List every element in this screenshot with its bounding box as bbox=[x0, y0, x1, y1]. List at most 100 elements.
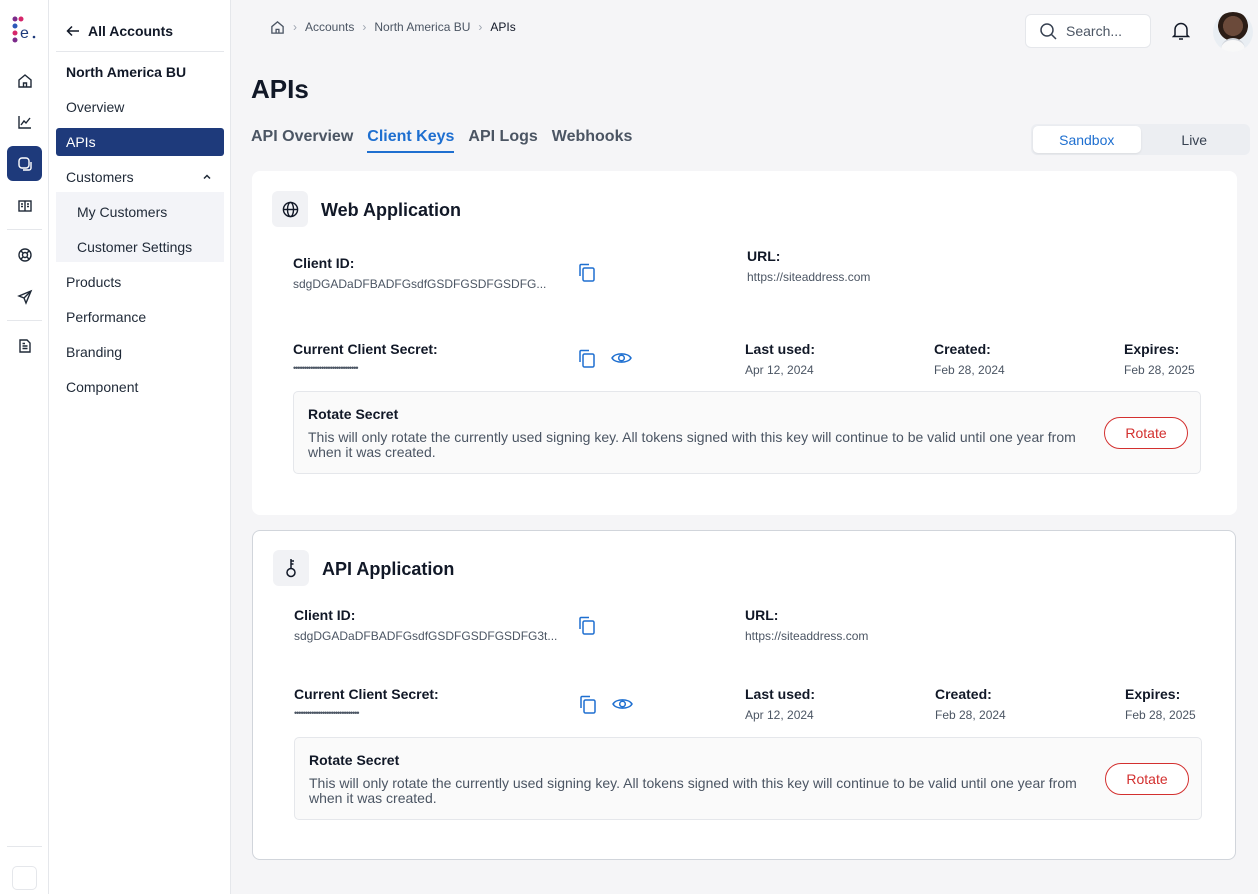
send-icon bbox=[16, 289, 32, 305]
nav-item-performance[interactable]: Performance bbox=[56, 303, 224, 331]
expires-value: Feb 28, 2025 bbox=[1125, 708, 1196, 722]
notification-bell-icon[interactable] bbox=[1172, 21, 1190, 41]
copy-icon[interactable] bbox=[579, 695, 597, 714]
search-placeholder: Search... bbox=[1066, 23, 1123, 39]
nav-item-apis[interactable]: APIs bbox=[56, 128, 224, 156]
created-label: Created: bbox=[934, 341, 991, 357]
expires-value: Feb 28, 2025 bbox=[1124, 363, 1195, 377]
user-avatar[interactable] bbox=[1213, 12, 1253, 52]
rotate-button[interactable]: Rotate bbox=[1105, 763, 1189, 795]
sandbox-toggle-button[interactable]: Sandbox bbox=[1033, 126, 1141, 153]
reports-rail-button[interactable] bbox=[7, 328, 42, 363]
breadcrumb-current: APIs bbox=[490, 20, 516, 34]
tab-client-keys[interactable]: Client Keys bbox=[367, 128, 455, 153]
url-label: URL: bbox=[747, 248, 781, 264]
chevron-up-icon bbox=[203, 174, 211, 180]
breadcrumb-accounts[interactable]: Accounts bbox=[305, 20, 354, 34]
client-secret-label: Current Client Secret: bbox=[294, 686, 439, 702]
nav-divider bbox=[56, 51, 224, 52]
rotate-secret-description: This will only rotate the currently used… bbox=[309, 775, 1077, 806]
nav-item-my-customers[interactable]: My Customers bbox=[56, 198, 224, 226]
side-navigation: All Accounts North America BU Overview A… bbox=[49, 0, 231, 894]
created-value: Feb 28, 2024 bbox=[935, 708, 1006, 722]
app-name: Web Application bbox=[321, 200, 462, 220]
collapse-rail-button[interactable] bbox=[12, 866, 37, 890]
rail-divider bbox=[7, 229, 42, 230]
url-label: URL: bbox=[745, 607, 779, 623]
last-used-label: Last used: bbox=[745, 686, 816, 702]
app-icon-badge bbox=[272, 191, 308, 227]
rail-divider bbox=[7, 846, 42, 847]
search-input[interactable]: Search... bbox=[1025, 14, 1151, 48]
docs-rail-button[interactable] bbox=[7, 188, 42, 223]
rotate-secret-panel: Rotate Secret This will only rotate the … bbox=[293, 391, 1201, 474]
lifebuoy-icon bbox=[17, 247, 32, 262]
created-value: Feb 28, 2024 bbox=[934, 363, 1005, 377]
eye-icon[interactable] bbox=[612, 697, 633, 711]
web-application-card: Web Application Client ID: sdgDGADaDFBAD… bbox=[252, 171, 1237, 515]
nav-item-branding[interactable]: Branding bbox=[56, 338, 224, 366]
tab-webhooks[interactable]: Webhooks bbox=[552, 128, 633, 153]
copy-icon[interactable] bbox=[578, 349, 596, 368]
app-icon-badge bbox=[273, 550, 309, 586]
rotate-button[interactable]: Rotate bbox=[1104, 417, 1188, 449]
home-icon[interactable] bbox=[270, 20, 285, 35]
analytics-rail-button[interactable] bbox=[7, 104, 42, 139]
key-icon bbox=[286, 559, 296, 578]
api-application-card: API Application Client ID: sdgDGADaDFBAD… bbox=[252, 530, 1236, 860]
search-icon bbox=[1040, 22, 1057, 40]
breadcrumb-separator-icon: › bbox=[478, 20, 483, 34]
customers-submenu: My Customers Customer Settings bbox=[56, 192, 224, 262]
arrow-left-icon bbox=[66, 25, 79, 37]
url-value: https://siteaddress.com bbox=[747, 270, 871, 284]
nav-item-customers[interactable]: Customers bbox=[56, 163, 224, 191]
copy-icon[interactable] bbox=[578, 616, 596, 635]
breadcrumb-separator-icon: › bbox=[293, 20, 297, 34]
nav-item-customer-settings[interactable]: Customer Settings bbox=[56, 233, 224, 261]
home-icon bbox=[17, 73, 32, 88]
send-rail-button[interactable] bbox=[7, 279, 42, 314]
rotate-secret-description: This will only rotate the currently used… bbox=[308, 429, 1076, 460]
client-secret-label: Current Client Secret: bbox=[293, 341, 438, 357]
nav-item-overview[interactable]: Overview bbox=[56, 93, 224, 121]
client-id-label: Client ID: bbox=[293, 255, 355, 271]
apis-rail-button[interactable] bbox=[7, 146, 42, 181]
app-logo-icon[interactable]: e bbox=[11, 16, 37, 46]
chart-line-icon bbox=[17, 115, 31, 129]
book-icon bbox=[17, 199, 32, 212]
nav-item-component[interactable]: Component bbox=[56, 373, 224, 401]
client-secret-mask: •••••••••••••••••••••••••••••• bbox=[294, 708, 360, 718]
last-used-value: Apr 12, 2024 bbox=[745, 363, 814, 377]
back-label: All Accounts bbox=[88, 23, 174, 39]
created-label: Created: bbox=[935, 686, 992, 702]
breadcrumb-business-unit[interactable]: North America BU bbox=[374, 20, 470, 34]
rotate-secret-title: Rotate Secret bbox=[308, 406, 399, 422]
last-used-value: Apr 12, 2024 bbox=[745, 708, 814, 722]
breadcrumb: › Accounts › North America BU › APIs bbox=[270, 18, 516, 36]
nav-item-products[interactable]: Products bbox=[56, 268, 224, 296]
last-used-label: Last used: bbox=[745, 341, 816, 357]
support-rail-button[interactable] bbox=[7, 237, 42, 272]
rotate-secret-panel: Rotate Secret This will only rotate the … bbox=[294, 737, 1202, 820]
rail-divider bbox=[7, 320, 42, 321]
eye-icon[interactable] bbox=[611, 351, 632, 365]
rotate-secret-title: Rotate Secret bbox=[309, 752, 400, 768]
client-secret-mask: •••••••••••••••••••••••••••••• bbox=[293, 363, 359, 373]
home-rail-button[interactable] bbox=[7, 63, 42, 98]
all-accounts-back-link[interactable]: All Accounts bbox=[66, 20, 173, 42]
client-id-value: sdgDGADaDFBADFGsdfGSDFGSDFGSDFG... bbox=[293, 277, 547, 291]
app-name: API Application bbox=[322, 559, 455, 579]
globe-icon bbox=[282, 201, 298, 217]
tab-api-overview[interactable]: API Overview bbox=[251, 128, 353, 153]
client-id-value: sdgDGADaDFBADFGsdfGSDFGSDFGSDFG3t... bbox=[294, 629, 558, 643]
breadcrumb-separator-icon: › bbox=[362, 20, 367, 34]
nav-item-customers-label: Customers bbox=[66, 169, 134, 185]
copy-icon[interactable] bbox=[578, 263, 596, 282]
live-toggle-button[interactable]: Live bbox=[1141, 126, 1249, 153]
expires-label: Expires: bbox=[1125, 686, 1181, 702]
api-tabs: API Overview Client Keys API Logs Webhoo… bbox=[251, 128, 632, 158]
page-title: APIs bbox=[251, 74, 309, 104]
tab-api-logs[interactable]: API Logs bbox=[468, 128, 537, 153]
icon-rail: e bbox=[0, 0, 49, 894]
environment-toggle: Sandbox Live bbox=[1031, 124, 1250, 155]
